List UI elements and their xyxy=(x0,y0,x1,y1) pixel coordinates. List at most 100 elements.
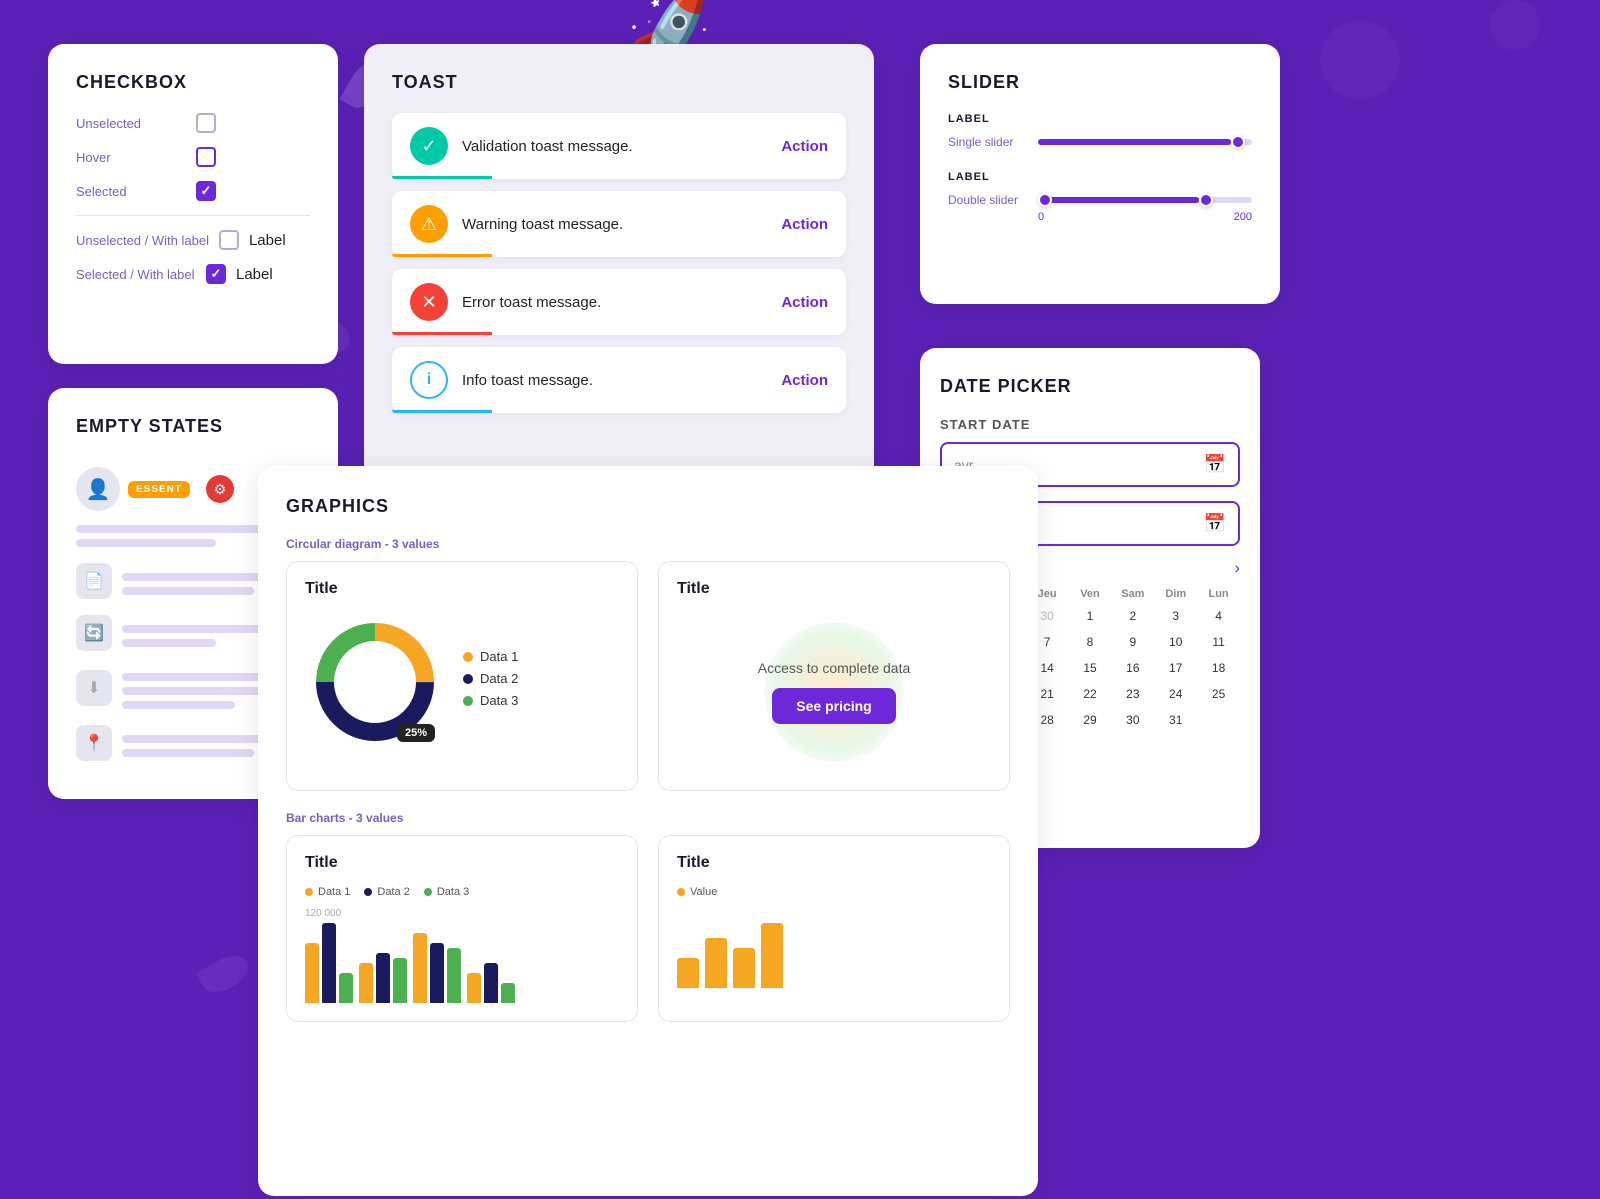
checkbox-label-str-1: Label xyxy=(249,232,286,249)
calendar-icon-1[interactable]: 📅 xyxy=(1204,454,1226,475)
free-account-box: Title Access to complete data See pricin… xyxy=(658,561,1010,791)
check-icon: ✓ xyxy=(201,183,212,199)
calendar-day[interactable]: 11 xyxy=(1197,630,1240,654)
toast-error-msg: Error toast message. xyxy=(462,294,767,311)
bar3-label-3: Data 3 xyxy=(437,886,469,898)
bar-4-1 xyxy=(467,973,481,1003)
legend-item-3: Data 3 xyxy=(463,693,518,708)
toast-success-action[interactable]: Action xyxy=(781,138,828,155)
bar3-dot-2 xyxy=(364,888,372,896)
calendar-day[interactable]: 15 xyxy=(1069,656,1112,680)
bar1-4 xyxy=(761,923,783,988)
donut-wrap: 25% Data 1 Data 2 Data 3 xyxy=(305,612,619,752)
gear-icon: ⚙ xyxy=(206,475,234,503)
bar3-legend-1: Data 1 xyxy=(305,886,350,898)
checkbox-with-label-unselected[interactable] xyxy=(219,230,239,250)
empty-line-2 xyxy=(76,539,216,547)
double-slider-track[interactable] xyxy=(1038,197,1252,203)
checkbox-row-selected: Selected ✓ xyxy=(76,181,310,201)
calendar-day[interactable]: 25 xyxy=(1197,682,1240,706)
toast-item-info: i Info toast message. Action xyxy=(392,347,846,413)
free-account-message: Access to complete data xyxy=(758,660,911,676)
toast-error-underline xyxy=(392,332,492,335)
slider-title: SLIDER xyxy=(948,72,1252,93)
calendar-day[interactable]: 4 xyxy=(1197,604,1240,628)
bar1-legend-1: Value xyxy=(677,886,717,898)
calendar-day[interactable]: 8 xyxy=(1069,630,1112,654)
calendar-day[interactable]: 29 xyxy=(1069,708,1112,732)
checkbox-label-str-2: Label xyxy=(236,266,273,283)
circular-label: Circular diagram - 3 values xyxy=(286,537,1010,551)
calendar-day[interactable]: 23 xyxy=(1111,682,1154,706)
free-account-title: Title xyxy=(677,580,991,598)
single-slider-track[interactable] xyxy=(1038,139,1252,145)
toast-info-action[interactable]: Action xyxy=(781,372,828,389)
checkbox-with-label-selected-label: Selected / With label xyxy=(76,267,196,282)
double-slider-section: LABEL Double slider 0 200 xyxy=(948,171,1252,223)
bar-2-1 xyxy=(359,963,373,1003)
bottom-chart-row: Title Data 1 Data 2 Data 3 xyxy=(286,835,1010,1022)
bar3-label-1: Data 1 xyxy=(318,886,350,898)
toast-warning-action[interactable]: Action xyxy=(781,216,828,233)
calendar-day[interactable]: 30 xyxy=(1111,708,1154,732)
empty-icon-3: ⬇ xyxy=(76,670,112,706)
calendar-day[interactable]: 22 xyxy=(1069,682,1112,706)
toast-item-error: ✕ Error toast message. Action xyxy=(392,269,846,335)
single-slider-thumb[interactable] xyxy=(1231,135,1245,149)
calendar-next-arrow[interactable]: › xyxy=(1235,560,1240,578)
toast-info-underline xyxy=(392,410,492,413)
double-slider-thumb-right[interactable] xyxy=(1199,193,1213,207)
legend-dot-2 xyxy=(463,674,473,684)
see-pricing-button[interactable]: See pricing xyxy=(772,688,895,724)
weekday-ven: Ven xyxy=(1069,588,1112,600)
double-slider-thumb-left[interactable] xyxy=(1038,193,1052,207)
empty-line-6 xyxy=(122,639,216,647)
checkbox-selected[interactable]: ✓ xyxy=(196,181,216,201)
bar1-legend: Value xyxy=(677,886,991,898)
checkbox-unselected[interactable] xyxy=(196,113,216,133)
donut-chart-box: Title 25% xyxy=(286,561,638,791)
toast-success-underline xyxy=(392,176,492,179)
bar1-dot-1 xyxy=(677,888,685,896)
calendar-day[interactable]: 9 xyxy=(1111,630,1154,654)
divider xyxy=(76,215,310,216)
bar-3-2 xyxy=(430,943,444,1003)
toast-error-action[interactable]: Action xyxy=(781,294,828,311)
calendar-day[interactable]: 31 xyxy=(1154,708,1197,732)
slider-card: SLIDER LABEL Single slider LABEL Double … xyxy=(920,44,1280,304)
slider-label-1: LABEL xyxy=(948,113,1252,125)
bar1-area xyxy=(677,908,991,988)
donut-svg-wrap: 25% xyxy=(305,612,445,752)
calendar-day[interactable]: 2 xyxy=(1111,604,1154,628)
calendar-day[interactable]: 17 xyxy=(1154,656,1197,680)
top-chart-row: Title 25% xyxy=(286,561,1010,791)
checkbox-hover[interactable] xyxy=(196,147,216,167)
bar3-wrap: Data 1 Data 2 Data 3 120 000 xyxy=(305,886,619,1003)
weekday-sam: Sam xyxy=(1111,588,1154,600)
toast-info-icon: i xyxy=(410,361,448,399)
empty-icon-4: 📍 xyxy=(76,725,112,761)
bar-1-1 xyxy=(305,943,319,1003)
toast-warning-icon: ⚠ xyxy=(410,205,448,243)
calendar-day[interactable]: 24 xyxy=(1154,682,1197,706)
calendar-day[interactable]: 1 xyxy=(1069,604,1112,628)
essential-badge: ESSENT xyxy=(128,481,190,498)
bar3-label-2: Data 2 xyxy=(377,886,409,898)
double-slider-row: Double slider xyxy=(948,193,1252,207)
toast-warning-msg: Warning toast message. xyxy=(462,216,767,233)
calendar-day[interactable] xyxy=(1197,708,1240,732)
bar-1-3 xyxy=(339,973,353,1003)
calendar-day[interactable]: 16 xyxy=(1111,656,1154,680)
bar-col-3 xyxy=(413,933,461,1003)
calendar-day[interactable]: 18 xyxy=(1197,656,1240,680)
legend-label-3: Data 3 xyxy=(480,693,518,708)
empty-line-1 xyxy=(76,525,263,533)
bar1-title: Title xyxy=(677,854,991,872)
checkbox-with-label-selected[interactable]: ✓ xyxy=(206,264,226,284)
calendar-day[interactable]: 3 xyxy=(1154,604,1197,628)
calendar-icon-2[interactable]: 📅 xyxy=(1204,513,1226,534)
bar-2-2 xyxy=(376,953,390,1003)
calendar-day[interactable]: 10 xyxy=(1154,630,1197,654)
legend-item-2: Data 2 xyxy=(463,671,518,686)
single-slider-fill xyxy=(1038,139,1231,145)
